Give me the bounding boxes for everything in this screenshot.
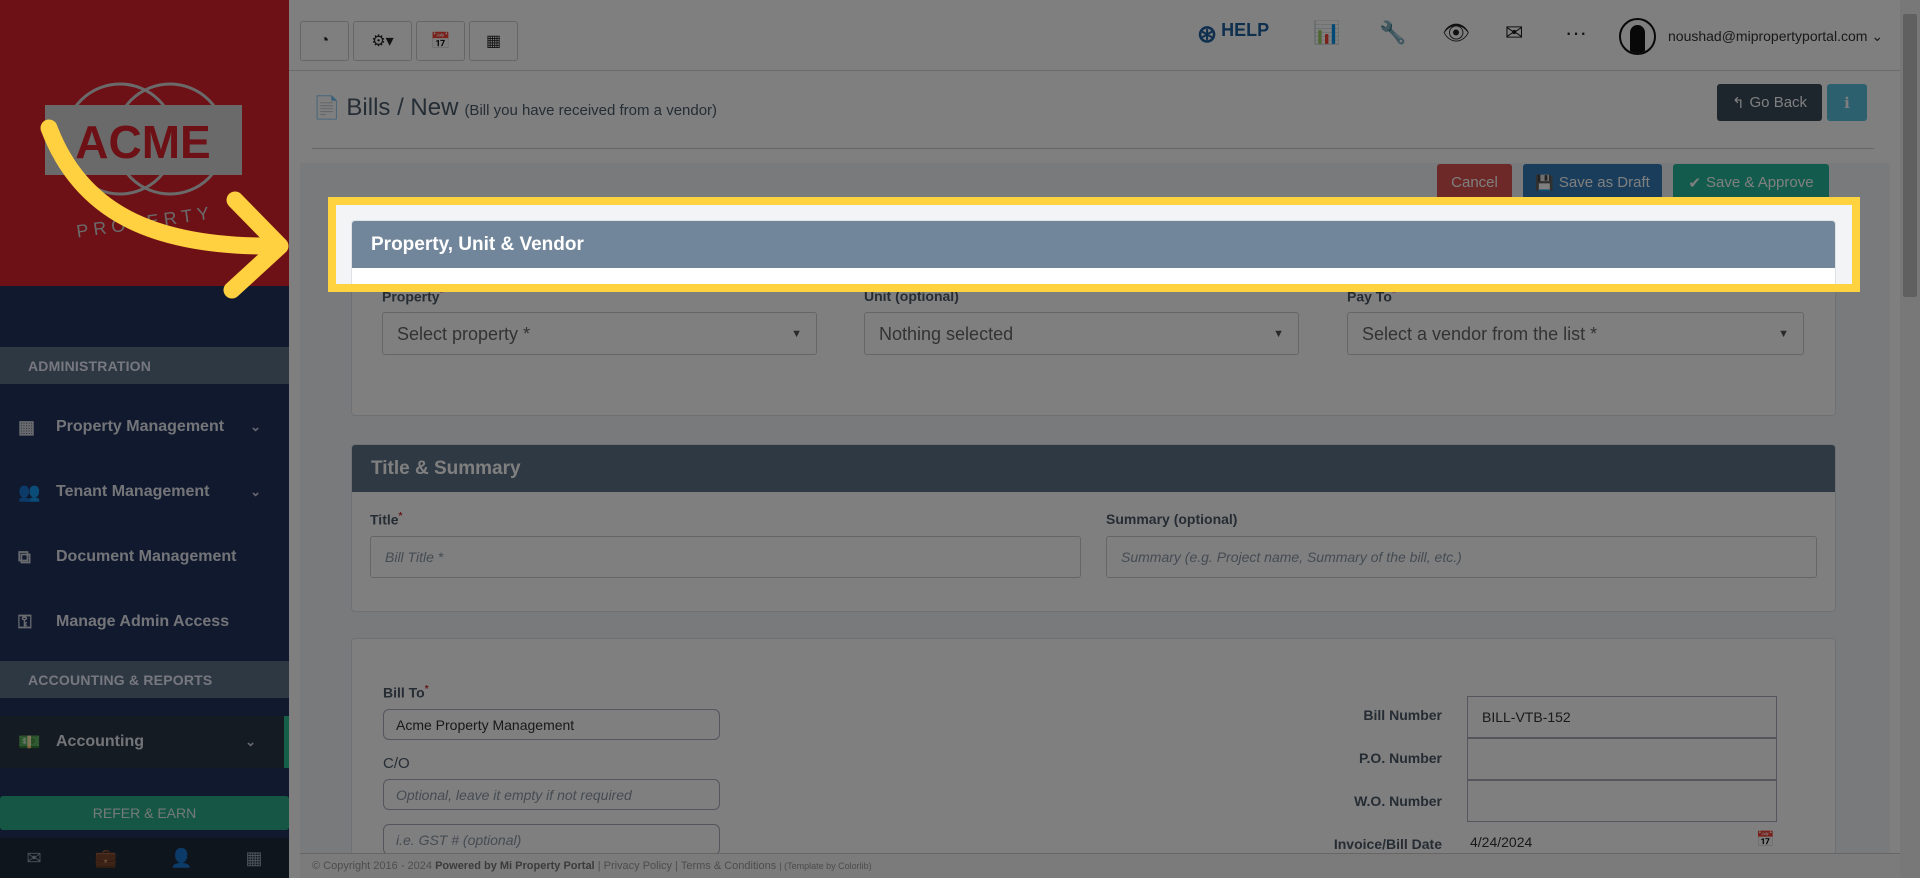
- privacy-link[interactable]: | Privacy Policy: [598, 860, 672, 872]
- page-subtitle: (Bill you have received from a vendor): [464, 102, 718, 119]
- invoice-date-label: Invoice/Bill Date: [1333, 836, 1442, 852]
- tutorial-arrow-icon: [40, 119, 289, 299]
- calendar-icon: 📅: [430, 33, 451, 50]
- sidebar-item-label: Manage Admin Access: [56, 613, 230, 630]
- user-menu[interactable]: noushad@mipropertyportal.com ⌄: [1668, 28, 1883, 45]
- title-input[interactable]: Bill Title *: [370, 536, 1081, 578]
- unit-select[interactable]: Nothing selected ▼: [864, 312, 1299, 355]
- refer-earn-button[interactable]: REFER & EARN: [0, 796, 289, 830]
- invoice-date-input[interactable]: 4/24/2024: [1470, 834, 1532, 850]
- bill-number-input[interactable]: BILL-VTB-152: [1467, 696, 1777, 738]
- check-circle-icon: ✔: [1688, 174, 1701, 192]
- user-icon[interactable]: 👤: [170, 848, 192, 869]
- chevron-down-icon: ⌄: [245, 734, 256, 749]
- sidebar-item-manage-admin-access[interactable]: ⚿ Manage Admin Access: [0, 596, 289, 648]
- save-draft-label: Save as Draft: [1558, 174, 1650, 191]
- info-icon: ℹ: [1844, 94, 1850, 112]
- po-number-input[interactable]: [1467, 738, 1777, 780]
- co-label: C/O: [383, 755, 410, 772]
- calculator-icon: ▦: [485, 33, 502, 50]
- wo-number-label: W.O. Number: [1354, 793, 1442, 809]
- briefcase-icon[interactable]: 💼: [95, 848, 117, 869]
- go-back-label: Go Back: [1749, 94, 1808, 111]
- documents-icon: ⧉: [18, 546, 31, 567]
- wrench-icon[interactable]: 🔧: [1379, 20, 1406, 46]
- bill-to-input[interactable]: Acme Property Management: [383, 709, 720, 740]
- cancel-button[interactable]: Cancel: [1437, 164, 1512, 201]
- lifebuoy-icon: ⊛: [1197, 21, 1218, 48]
- users-icon: 👥: [18, 481, 41, 502]
- co-input[interactable]: Optional, leave it empty if not required: [383, 779, 720, 810]
- bar-chart-icon[interactable]: 📊: [1313, 20, 1340, 46]
- chevron-down-icon: ⌄: [250, 484, 261, 499]
- calculator-icon[interactable]: ▦: [245, 848, 262, 869]
- sidebar-item-document-management[interactable]: ⧉ Document Management: [0, 531, 289, 583]
- calendar-button[interactable]: 📅: [416, 21, 465, 61]
- envelope-icon[interactable]: ✉: [27, 848, 42, 869]
- user-email: noushad@mipropertyportal.com: [1668, 28, 1868, 44]
- info-button[interactable]: ℹ: [1827, 84, 1867, 121]
- caret-down-icon: ▼: [1778, 328, 1789, 340]
- section-accounting-reports: ACCOUNTING & REPORTS: [0, 661, 289, 698]
- tutorial-highlight: [328, 197, 1860, 292]
- sidebar-footer: ✉ 💼 👤 ▦: [0, 838, 289, 878]
- sidebar-item-property-management[interactable]: ▦ Property Management ⌄: [0, 401, 289, 453]
- chevron-down-icon: ⌄: [250, 419, 261, 434]
- money-icon: 💵: [18, 731, 41, 752]
- bill-number-label: Bill Number: [1363, 707, 1442, 723]
- sidebar-item-label: Document Management: [56, 548, 237, 565]
- eye-icon[interactable]: 👁: [1442, 20, 1470, 46]
- calendar-icon[interactable]: 📅: [1756, 830, 1775, 848]
- sidebar-item-accounting[interactable]: 💵 Accounting ⌄: [0, 716, 289, 768]
- sidebar-item-label: Tenant Management: [56, 483, 210, 500]
- chevron-down-icon: ⌄: [1871, 28, 1884, 44]
- divider: [312, 148, 1874, 149]
- wo-number-input[interactable]: [1467, 780, 1777, 822]
- save-approve-button[interactable]: ✔ Save & Approve: [1673, 164, 1829, 201]
- po-number-label: P.O. Number: [1359, 750, 1442, 766]
- help-label: HELP: [1221, 20, 1270, 40]
- sidebar-item-label: Accounting: [56, 733, 144, 750]
- footer: © Copyright 2016 - 2024 Powered by Mi Pr…: [300, 853, 1900, 878]
- floppy-icon: 💾: [1535, 174, 1554, 192]
- save-draft-button[interactable]: 💾 Save as Draft: [1523, 164, 1662, 201]
- avatar[interactable]: [1619, 18, 1656, 55]
- summary-label: Summary (optional): [1106, 511, 1238, 527]
- title-label: Title*: [370, 511, 403, 528]
- key-icon: ⚿: [18, 611, 32, 632]
- card-header: Title & Summary: [352, 445, 1835, 492]
- help-link[interactable]: ⊛ HELP: [1197, 20, 1269, 49]
- envelope-icon[interactable]: ✉: [1505, 20, 1523, 46]
- caret-down-icon: ▼: [1273, 328, 1284, 340]
- sidebar-item-label: Property Management: [56, 418, 225, 435]
- summary-input[interactable]: Summary (e.g. Project name, Summary of t…: [1106, 536, 1817, 578]
- powered-by-link[interactable]: Powered by Mi Property Portal: [435, 860, 595, 872]
- top-bar: ◔ ⚙▾ 📅 ▦: [289, 0, 1900, 71]
- card-title-summary: Title & Summary: [351, 444, 1836, 612]
- building-icon: ▦: [18, 416, 36, 437]
- terms-link[interactable]: | Terms & Conditions: [675, 860, 776, 872]
- save-approve-label: Save & Approve: [1706, 174, 1814, 191]
- bill-to-label: Bill To*: [383, 684, 429, 701]
- section-administration: ADMINISTRATION: [0, 347, 289, 384]
- vendor-select[interactable]: Select a vendor from the list * ▼: [1347, 312, 1804, 355]
- gst-input[interactable]: i.e. GST # (optional): [383, 824, 720, 855]
- sidebar-item-tenant-management[interactable]: 👥 Tenant Management ⌄: [0, 466, 289, 518]
- caret-down-icon: ▼: [791, 328, 802, 340]
- calculator-button[interactable]: ▦: [469, 21, 518, 61]
- property-select[interactable]: Select property * ▼: [382, 312, 817, 355]
- more-icon[interactable]: ···: [1565, 20, 1587, 46]
- go-back-button[interactable]: ↰ Go Back: [1717, 84, 1822, 121]
- reply-icon: ↰: [1731, 94, 1745, 112]
- scrollbar-thumb[interactable]: [1903, 14, 1917, 297]
